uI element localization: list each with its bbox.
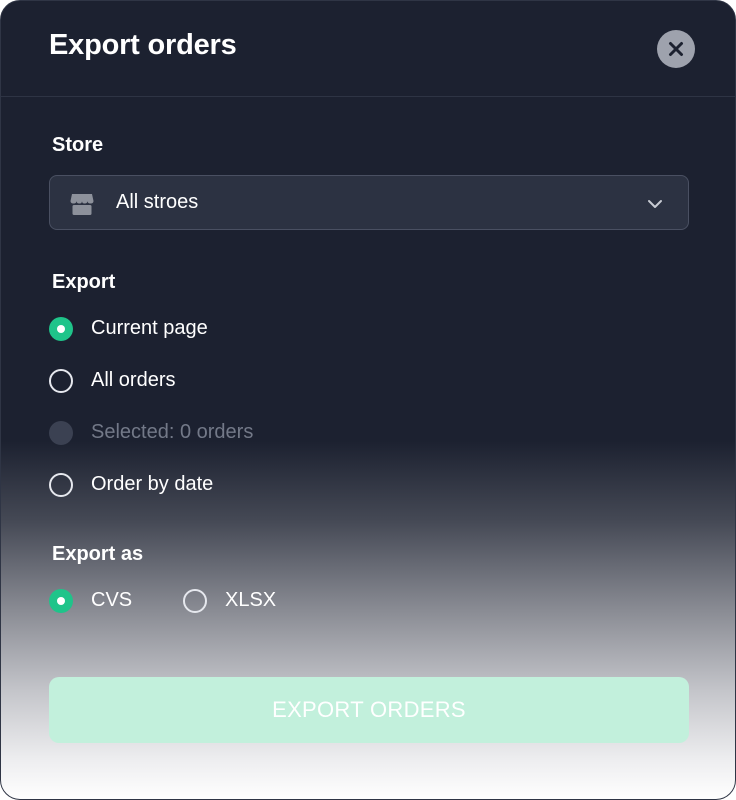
radio-button[interactable] <box>49 317 73 341</box>
radio-label: CVS <box>91 589 133 611</box>
store-label: Store <box>52 134 104 156</box>
store-select[interactable]: All stroes <box>49 175 689 230</box>
export-label: Export <box>52 271 116 293</box>
radio-button[interactable] <box>49 473 73 497</box>
close-icon <box>669 42 683 56</box>
radio-button[interactable] <box>49 369 73 393</box>
close-button[interactable] <box>657 30 695 68</box>
radio-label: XLSX <box>225 589 277 611</box>
radio-label: Current page <box>91 317 208 339</box>
chevron-down-icon <box>648 200 662 208</box>
export-orders-button[interactable]: EXPORT ORDERS <box>49 677 689 743</box>
export-orders-dialog: Export orders Store All stroes Export Cu… <box>0 0 736 800</box>
export-as-label: Export as <box>52 543 144 565</box>
dialog-header: Export orders <box>1 1 735 97</box>
radio-button <box>49 421 73 445</box>
store-select-value: All stroes <box>116 191 199 213</box>
radio-label: All orders <box>91 369 176 391</box>
radio-button[interactable] <box>49 589 73 613</box>
radio-button[interactable] <box>183 589 207 613</box>
store-icon <box>70 194 94 215</box>
dialog-title: Export orders <box>49 29 237 61</box>
radio-label: Selected: 0 orders <box>91 421 254 443</box>
radio-label: Order by date <box>91 473 214 495</box>
